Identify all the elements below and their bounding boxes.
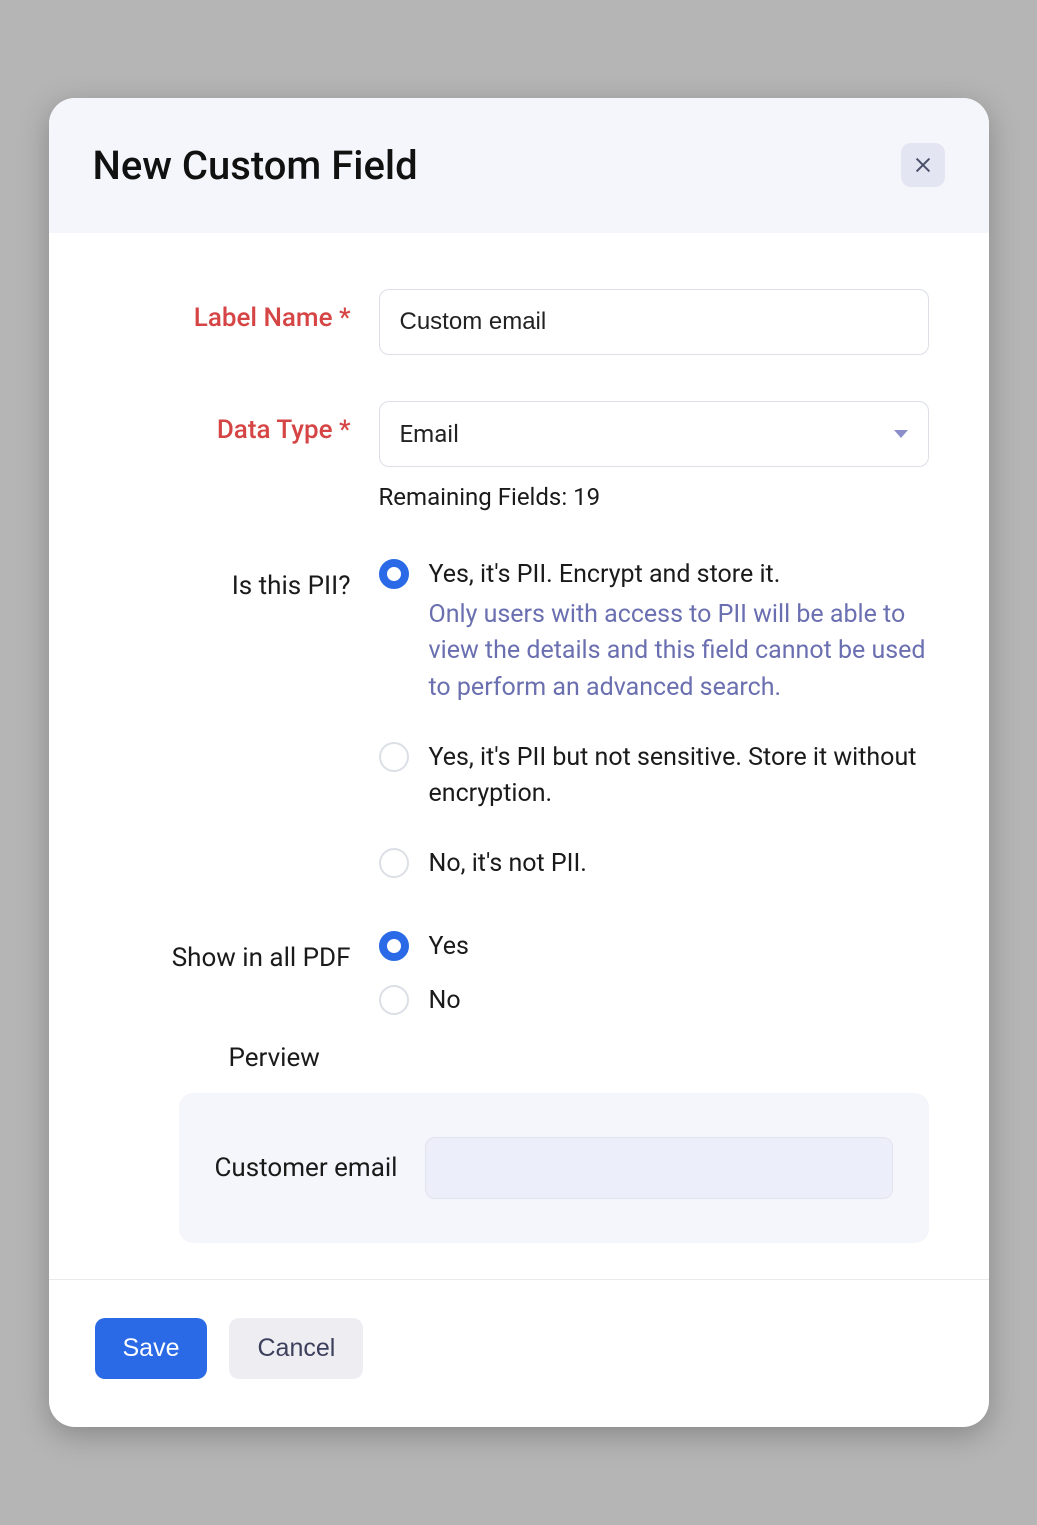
chevron-down-icon [894, 430, 908, 438]
pii-option-label: Yes, it's PII but not sensitive. Store i… [429, 740, 929, 813]
modal-body: Label Name * Data Type * Email Remaining… [49, 233, 989, 1279]
close-icon [912, 154, 934, 176]
pii-option-sub: Only users with access to PII will be ab… [429, 597, 929, 706]
preview-input [425, 1137, 892, 1199]
data-type-value: Email [400, 420, 459, 448]
close-button[interactable] [901, 143, 945, 187]
modal-footer: Save Cancel [49, 1279, 989, 1427]
label-name-input[interactable] [379, 289, 929, 355]
pii-option-label: No, it's not PII. [429, 846, 929, 882]
radio-icon [379, 742, 409, 772]
preview-heading: Perview [229, 1043, 320, 1073]
preview-label: Customer email [215, 1153, 398, 1183]
radio-icon [379, 985, 409, 1015]
show-pdf-option-no[interactable]: No [379, 983, 929, 1019]
show-pdf-option-yes[interactable]: Yes [379, 929, 929, 965]
preview-box: Customer email [179, 1093, 929, 1243]
remaining-fields-text: Remaining Fields: 19 [379, 483, 929, 511]
save-button[interactable]: Save [95, 1318, 208, 1379]
cancel-button[interactable]: Cancel [229, 1318, 363, 1379]
modal-title: New Custom Field [93, 142, 418, 189]
radio-icon [379, 931, 409, 961]
pii-option-not-pii[interactable]: No, it's not PII. [379, 846, 929, 882]
pii-radio-group: Yes, it's PII. Encrypt and store it. Onl… [379, 557, 929, 883]
new-custom-field-modal: New Custom Field Label Name * Data Type … [49, 98, 989, 1427]
pii-label: Is this PII? [109, 557, 379, 601]
show-pdf-option-label: Yes [429, 929, 469, 965]
data-type-label: Data Type * [109, 401, 379, 445]
pii-row: Is this PII? Yes, it's PII. Encrypt and … [109, 557, 929, 883]
label-name-label: Label Name * [109, 289, 379, 333]
data-type-row: Data Type * Email Remaining Fields: 19 [109, 401, 929, 511]
radio-icon [379, 559, 409, 589]
pii-option-label: Yes, it's PII. Encrypt and store it. [429, 557, 929, 593]
show-pdf-option-label: No [429, 983, 461, 1019]
show-pdf-radio-group: Yes No [379, 929, 929, 1020]
radio-icon [379, 848, 409, 878]
label-name-row: Label Name * [109, 289, 929, 355]
pii-option-encrypt[interactable]: Yes, it's PII. Encrypt and store it. Onl… [379, 557, 929, 706]
modal-header: New Custom Field [49, 98, 989, 233]
pii-option-no-encrypt[interactable]: Yes, it's PII but not sensitive. Store i… [379, 740, 929, 813]
show-pdf-label: Show in all PDF [109, 929, 379, 973]
show-pdf-row: Show in all PDF Yes No [109, 929, 929, 1020]
preview-heading-row: Perview [109, 1043, 929, 1093]
data-type-select[interactable]: Email [379, 401, 929, 467]
